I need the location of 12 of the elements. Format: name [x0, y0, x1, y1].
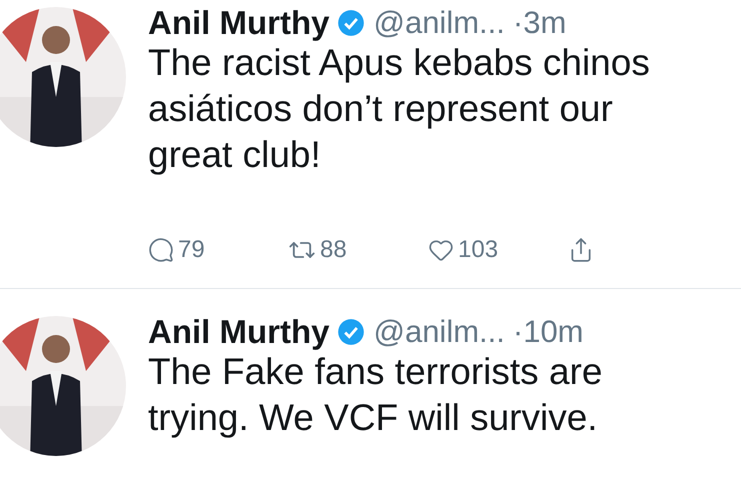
author-handle[interactable]: @anilm...: [373, 314, 505, 350]
speech-bubble-icon: [148, 237, 174, 263]
like-button[interactable]: 103: [428, 236, 568, 264]
retweet-button[interactable]: 88: [288, 236, 428, 264]
reply-button[interactable]: 79: [148, 236, 288, 264]
tweet-time: ·10m: [512, 314, 584, 350]
author-handle[interactable]: @anilm...: [373, 5, 505, 41]
tweet-text: The racist Apus kebabs chinos asiáticos don’t represent our great club!: [148, 41, 651, 177]
author-name[interactable]: Anil Murthy: [148, 4, 330, 42]
tweet-time: ·3m: [512, 5, 566, 41]
tweet-text: The Fake fans terrorists are trying. We VCF will survive.: [148, 350, 604, 440]
author-name[interactable]: Anil Murthy: [148, 313, 330, 351]
